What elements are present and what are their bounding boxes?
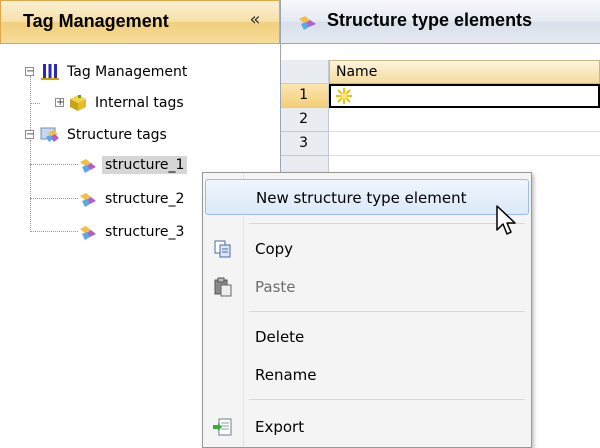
editor-title: Structure type elements <box>327 10 533 30</box>
tree-item-structure-1[interactable]: structure_1 <box>78 154 188 176</box>
tree-line <box>30 198 78 199</box>
tree-item-structure-2[interactable]: structure_2 <box>78 188 187 210</box>
internal-tags-icon <box>68 93 88 113</box>
new-item-star-icon <box>335 87 353 109</box>
tree-line <box>30 164 78 165</box>
menu-item-label: Export <box>255 418 305 436</box>
mouse-pointer-icon <box>495 204 521 240</box>
tree-item-label: structure_1 <box>102 156 188 174</box>
name-cell-2[interactable] <box>329 108 600 132</box>
tree-item-label: Tag Management <box>67 64 188 80</box>
structure-type-icon <box>297 12 319 36</box>
tree-item-label: Internal tags <box>95 95 184 111</box>
tree-line <box>30 76 31 134</box>
column-header-label: Name <box>336 64 378 80</box>
name-cell-1[interactable] <box>329 84 600 108</box>
panel-title: Tag Management <box>23 11 169 31</box>
collapse-panel-button[interactable]: « <box>245 11 265 31</box>
row-header-3[interactable]: 3 <box>281 132 329 156</box>
menu-item-label: New structure type element <box>256 189 467 207</box>
menu-item-export[interactable]: Export <box>205 409 529 445</box>
menu-item-delete[interactable]: Delete <box>205 319 529 355</box>
expand-internal-tags-button[interactable]: + <box>55 98 64 108</box>
menu-item-copy[interactable]: Copy <box>205 231 529 267</box>
menu-item-label: Copy <box>255 240 294 258</box>
menu-separator <box>249 311 525 312</box>
structure-icon <box>78 222 98 242</box>
export-icon <box>213 417 233 437</box>
menu-item-label: Paste <box>255 278 296 296</box>
grid-corner <box>281 60 329 84</box>
tree-item-structure-3[interactable]: structure_3 <box>78 221 187 243</box>
row-header-2[interactable]: 2 <box>281 108 329 132</box>
tree-item-label: structure_3 <box>105 224 185 240</box>
menu-separator <box>249 223 525 224</box>
structure-icon <box>78 189 98 209</box>
menu-item-new-structure-type-element[interactable]: New structure type element <box>205 179 529 215</box>
structure-icon <box>78 155 98 175</box>
menu-item-paste[interactable]: Paste <box>205 269 529 305</box>
tree-item-label: Structure tags <box>67 127 167 143</box>
tree-item-structure-tags[interactable]: Structure tags <box>40 124 170 146</box>
menu-item-rename[interactable]: Rename <box>205 357 529 393</box>
tree-line <box>30 103 40 104</box>
tree-line <box>30 140 31 232</box>
collapse-root-button[interactable]: − <box>25 67 34 77</box>
panel-header: Tag Management « <box>0 0 280 44</box>
tree-line <box>30 231 78 232</box>
column-header-name[interactable]: Name <box>329 60 600 84</box>
context-menu: New structure type element Copy Paste De… <box>202 172 532 448</box>
menu-separator <box>249 399 525 400</box>
menu-item-label: Delete <box>255 328 305 346</box>
collapse-structure-tags-button[interactable]: − <box>25 130 34 140</box>
name-cell-3[interactable] <box>329 132 600 156</box>
row-header-1[interactable]: 1 <box>281 84 329 108</box>
structure-tags-icon <box>40 125 60 145</box>
tree-item-internal-tags[interactable]: Internal tags <box>68 92 187 114</box>
tree-item-label: structure_2 <box>105 191 185 207</box>
paste-icon <box>213 277 233 297</box>
editor-header: Structure type elements <box>281 0 600 44</box>
tree-item-tag-management[interactable]: Tag Management <box>40 61 190 83</box>
tag-management-icon <box>40 62 60 82</box>
menu-item-label: Rename <box>255 366 317 384</box>
copy-icon <box>213 239 233 259</box>
